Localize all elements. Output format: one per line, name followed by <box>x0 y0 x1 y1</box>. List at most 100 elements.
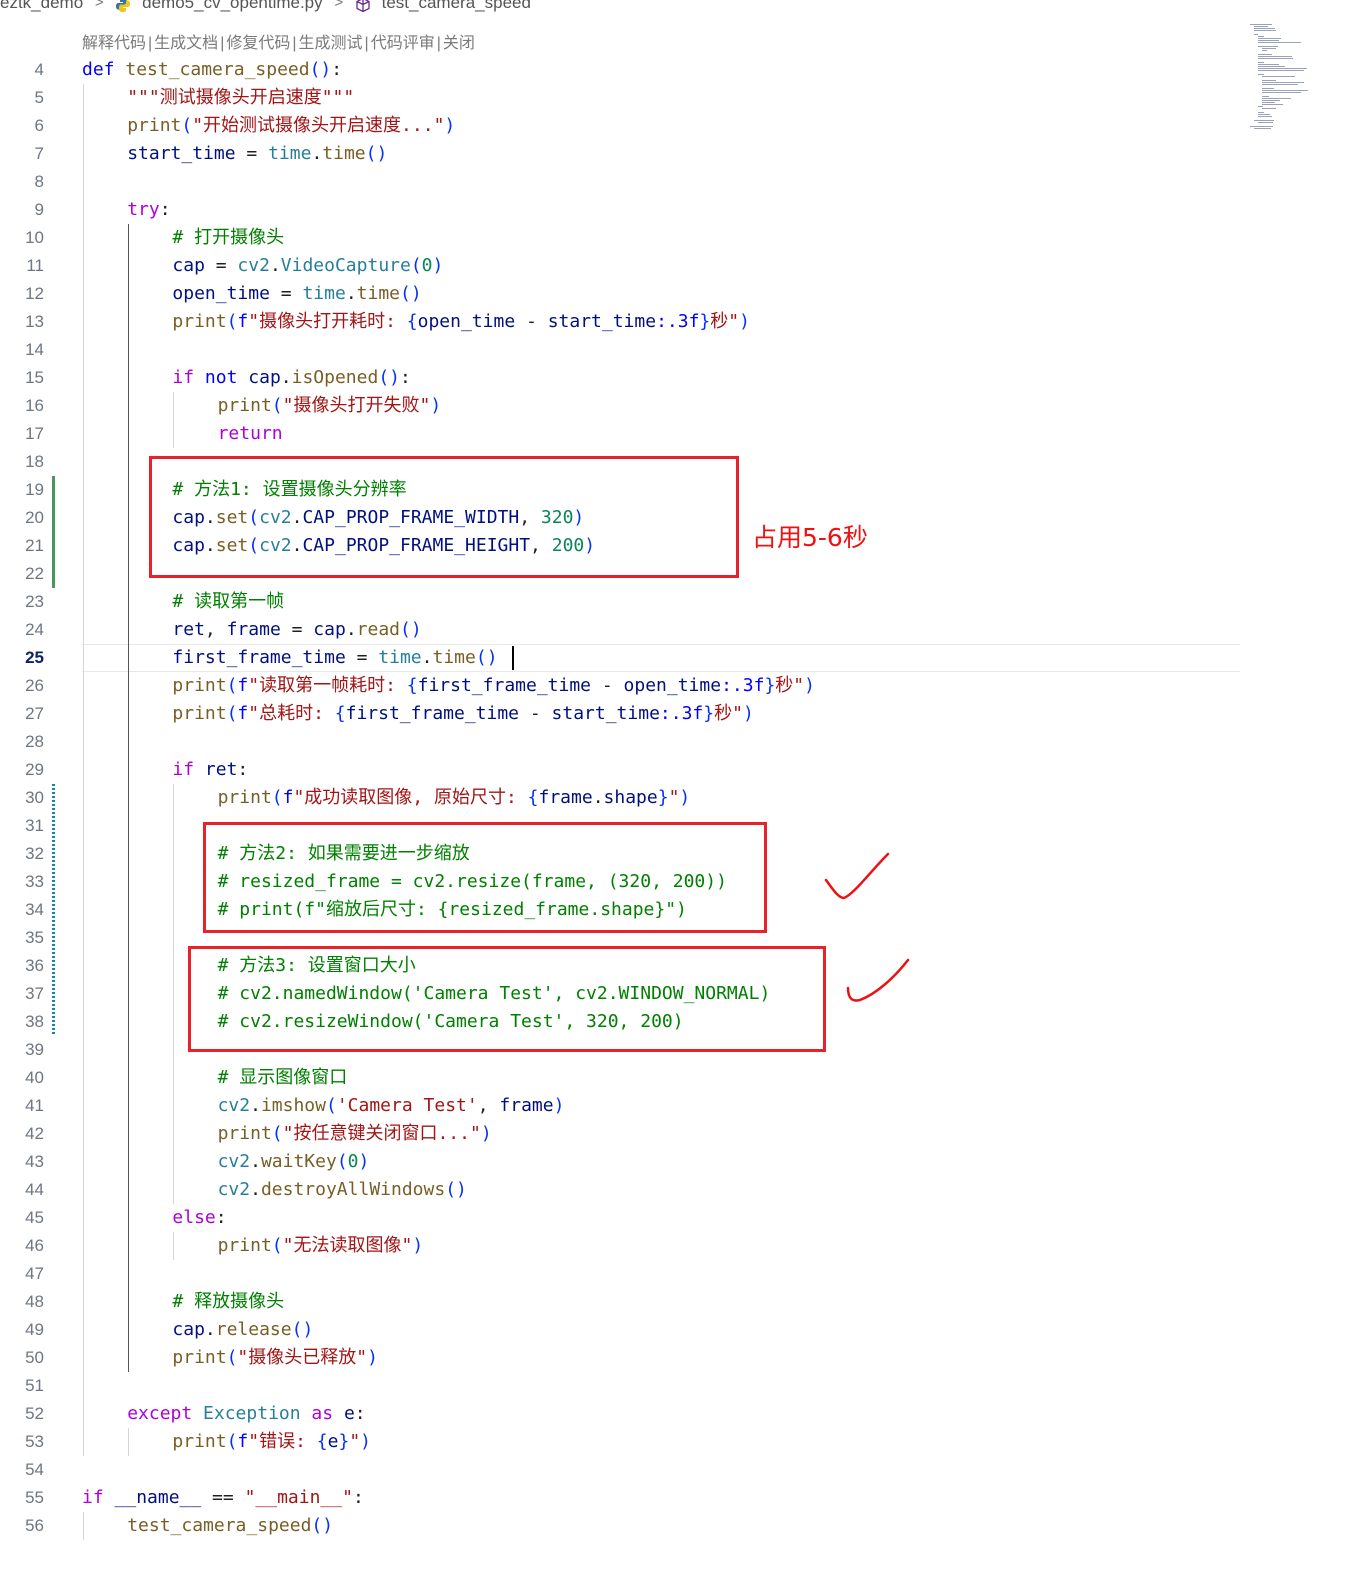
code-token: cap <box>248 367 281 388</box>
code-token: frame <box>538 787 593 808</box>
code-line[interactable]: 7 start_time = time.time() <box>0 140 1240 168</box>
codelens-close[interactable]: 关闭 <box>443 35 475 52</box>
code-text: print(f"摄像头打开耗时: {open_time - start_time… <box>172 308 750 336</box>
code-line[interactable]: 11 cap = cv2.VideoCapture(0) <box>0 252 1240 280</box>
minimap-line <box>1258 114 1270 115</box>
code-token: : <box>159 199 171 220</box>
code-token: "按任意键关闭窗口..." <box>282 1123 481 1144</box>
codelens-fix[interactable]: 修复代码 <box>226 35 290 52</box>
code-text: if not cap.isOpened(): <box>172 364 410 392</box>
minimap-line <box>1254 30 1276 31</box>
minimap[interactable] <box>1242 20 1322 140</box>
code-token: print <box>172 1431 227 1452</box>
line-number: 19 <box>25 480 44 499</box>
code-token: () <box>400 283 422 304</box>
codelens-generate-docs[interactable]: 生成文档 <box>154 35 218 52</box>
code-token: ) <box>742 703 754 724</box>
code-token: Exception <box>203 1403 312 1424</box>
code-line[interactable]: 47 <box>0 1260 1240 1288</box>
code-token: cv2 <box>217 1151 251 1172</box>
code-line[interactable]: 12 open_time = time.time() <box>0 280 1240 308</box>
minimap-line <box>1258 56 1293 57</box>
line-number: 14 <box>25 340 44 359</box>
code-token: f <box>237 1431 249 1452</box>
code-line[interactable]: 46 print("无法读取图像") <box>0 1232 1240 1260</box>
code-text: else: <box>172 1204 226 1232</box>
git-modified-marker[interactable] <box>52 784 55 1036</box>
code-token: ( <box>226 703 238 724</box>
code-token: release <box>215 1319 292 1340</box>
code-token: } <box>657 787 669 808</box>
code-line[interactable]: 30 print(f"成功读取图像, 原始尺寸: {frame.shape}") <box>0 784 1240 812</box>
code-line[interactable]: 56 test_camera_speed() <box>0 1512 1240 1540</box>
codelens-generate-tests[interactable]: 生成测试 <box>299 35 363 52</box>
minimap-line <box>1262 92 1301 93</box>
code-text: print(f"总耗时: {first_frame_time - start_t… <box>172 700 753 728</box>
code-line[interactable]: 27 print(f"总耗时: {first_frame_time - start… <box>0 700 1240 728</box>
code-line[interactable]: 28 <box>0 728 1240 756</box>
code-token: else <box>172 1207 216 1228</box>
git-added-marker[interactable] <box>52 476 55 588</box>
code-line[interactable]: 17 return <box>0 420 1240 448</box>
code-line[interactable]: 49 cap.release() <box>0 1316 1240 1344</box>
code-line[interactable]: 48 # 释放摄像头 <box>0 1288 1240 1316</box>
code-line[interactable]: 24 ret, frame = cap.read() <box>0 616 1240 644</box>
code-line[interactable]: 26 print(f"读取第一帧耗时: {first_frame_time - o… <box>0 672 1240 700</box>
code-token: cv2 <box>237 255 270 276</box>
code-token: ( <box>271 1123 283 1144</box>
code-line[interactable]: 10 # 打开摄像头 <box>0 224 1240 252</box>
breadcrumb-file[interactable]: demo5_cv_opentime.py <box>142 0 323 11</box>
code-line[interactable]: 4 def test_camera_speed(): <box>0 56 1240 84</box>
code-line[interactable]: 42 print("按任意键关闭窗口...") <box>0 1120 1240 1148</box>
code-line[interactable]: 43 cv2.waitKey(0) <box>0 1148 1240 1176</box>
code-line[interactable]: 54 <box>0 1456 1240 1484</box>
code-token: # 打开摄像头 <box>172 227 285 248</box>
code-token: } <box>764 675 776 696</box>
code-text: print("无法读取图像") <box>218 1232 424 1260</box>
code-line[interactable]: 14 <box>0 336 1240 364</box>
code-token: ) <box>553 1095 565 1116</box>
code-token: frame <box>499 1095 554 1116</box>
codelens-review[interactable]: 代码评审 <box>371 35 435 52</box>
minimap-line <box>1262 100 1280 101</box>
codelens-divider: | <box>436 35 441 52</box>
code-line[interactable]: 52 except Exception as e: <box>0 1400 1240 1428</box>
code-token: "摄像头已释放" <box>237 1347 368 1368</box>
code-text: print(f"读取第一帧耗时: {first_frame_time - ope… <box>172 672 815 700</box>
line-number: 49 <box>25 1320 44 1339</box>
code-line[interactable]: 25 first_frame_time = time.time() <box>0 644 1240 672</box>
code-line[interactable]: 8 <box>0 168 1240 196</box>
annotation-text: 占用5-6秒 <box>752 523 868 552</box>
code-line[interactable]: 40 # 显示图像窗口 <box>0 1064 1240 1092</box>
breadcrumb-folder[interactable]: eztk_demo <box>0 0 83 11</box>
code-line[interactable]: 29 if ret: <box>0 756 1240 784</box>
code-line[interactable]: 51 <box>0 1372 1240 1400</box>
code-line[interactable]: 13 print(f"摄像头打开耗时: {open_time - start_ti… <box>0 308 1240 336</box>
code-token: print <box>172 311 227 332</box>
code-token: f <box>237 703 249 724</box>
code-token: cap <box>313 619 346 640</box>
line-number: 56 <box>25 1516 44 1535</box>
code-line[interactable]: 15 if not cap.isOpened(): <box>0 364 1240 392</box>
breadcrumb-symbol[interactable]: test_camera_speed <box>382 0 531 11</box>
code-token: ( <box>226 311 238 332</box>
code-line[interactable]: 50 print("摄像头已释放") <box>0 1344 1240 1372</box>
code-token: } <box>338 1431 350 1452</box>
code-line[interactable]: 9 try: <box>0 196 1240 224</box>
code-line[interactable]: 23 # 读取第一帧 <box>0 588 1240 616</box>
minimap-line <box>1254 34 1258 35</box>
code-line[interactable]: 16 print("摄像头打开失败") <box>0 392 1240 420</box>
minimap-line <box>1258 116 1272 117</box>
codelens-explain[interactable]: 解释代码 <box>82 35 146 52</box>
code-line[interactable]: 41 cv2.imshow('Camera Test', frame) <box>0 1092 1240 1120</box>
code-token: { <box>316 1431 328 1452</box>
code-token: "成功读取图像, 原始尺寸: <box>293 787 528 808</box>
code-line[interactable]: 5 """测试摄像头开启速度""" <box>0 84 1240 112</box>
code-token: "__main__" <box>244 1487 353 1508</box>
code-line[interactable]: 53 print(f"错误: {e}") <box>0 1428 1240 1456</box>
code-line[interactable]: 44 cv2.destroyAllWindows() <box>0 1176 1240 1204</box>
code-line[interactable]: 6 print("开始测试摄像头开启速度...") <box>0 112 1240 140</box>
code-line[interactable]: 45 else: <box>0 1204 1240 1232</box>
code-line[interactable]: 55 if __name__ == "__main__": <box>0 1484 1240 1512</box>
code-token: start_time <box>127 143 236 164</box>
